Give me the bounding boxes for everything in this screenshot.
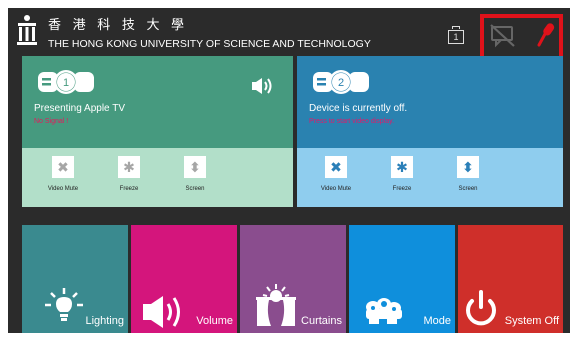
screen-label: Screen (185, 186, 205, 192)
display-select-button[interactable]: 1 (448, 26, 464, 48)
up-down-arrows-icon: ⬍ (457, 156, 479, 178)
lighting-tile[interactable]: Lighting (22, 225, 128, 333)
system-off-label: System Off (504, 315, 559, 327)
video-mute-button[interactable]: ✖ Video Mute (316, 156, 356, 193)
curtains-tile[interactable]: Curtains (240, 225, 346, 333)
panel-2-title: Device is currently off. (309, 103, 408, 114)
panel-2-controls: ✖ Video Mute ✱ Freeze ⬍ Screen (297, 148, 563, 207)
control-panel: 香 港 科 技 大 學 THE HONG KONG UNIVERSITY OF … (8, 8, 570, 333)
university-name-english: THE HONG KONG UNIVERSITY OF SCIENCE AND … (48, 38, 371, 50)
freeze-button[interactable]: ✱ Freeze (109, 156, 149, 193)
display-number: 1 (448, 30, 464, 44)
microphone-icon[interactable] (536, 22, 556, 48)
lighting-label: Lighting (85, 315, 124, 327)
mode-tile[interactable]: Mode (349, 225, 455, 333)
panel-2-status-area[interactable]: 2 Device is currently off. Press to star… (297, 56, 563, 148)
speaker-icon (143, 296, 180, 328)
freeze-label: Freeze (119, 186, 139, 192)
audio-on-icon[interactable] (252, 78, 274, 94)
chat-off-icon[interactable] (490, 24, 516, 48)
university-logo (17, 15, 37, 45)
display-panel-1[interactable]: 1 Presenting Apple TV No Signal ! ✖ Vide… (22, 56, 293, 207)
video-mute-label: Video Mute (320, 186, 352, 192)
video-mute-label: Video Mute (47, 186, 79, 192)
screen-label: Screen (458, 186, 478, 192)
panel-1-status-area[interactable]: 1 Presenting Apple TV No Signal ! (22, 56, 293, 148)
video-mute-button[interactable]: ✖ Video Mute (43, 156, 83, 193)
mode-label: Mode (423, 315, 451, 327)
screen-button[interactable]: ⬍ Screen (448, 156, 488, 193)
system-off-tile[interactable]: System Off (458, 225, 563, 333)
panel-1-controls: ✖ Video Mute ✱ Freeze ⬍ Screen (22, 148, 293, 207)
curtains-label: Curtains (301, 315, 342, 327)
mode-icon (366, 298, 402, 324)
snowflake-icon: ✱ (118, 156, 140, 178)
video-mute-icon: ✖ (325, 156, 347, 178)
university-name-chinese: 香 港 科 技 大 學 (48, 17, 189, 32)
volume-label: Volume (196, 315, 233, 327)
curtains-icon (256, 284, 296, 326)
volume-tile[interactable]: Volume (131, 225, 237, 333)
panel-2-status: Press to start video display. (309, 118, 395, 125)
freeze-button[interactable]: ✱ Freeze (382, 156, 422, 193)
display-1-number: 1 (63, 77, 69, 89)
power-icon (466, 290, 496, 326)
display-2-number: 2 (338, 77, 344, 89)
display-2-icon: 2 (313, 70, 369, 94)
header: 香 港 科 技 大 學 THE HONG KONG UNIVERSITY OF … (8, 8, 570, 64)
display-1-icon: 1 (38, 70, 94, 94)
freeze-label: Freeze (392, 186, 412, 192)
display-panel-2[interactable]: 2 Device is currently off. Press to star… (297, 56, 563, 207)
monitor-icon (452, 26, 460, 29)
video-mute-icon: ✖ (52, 156, 74, 178)
screen-button[interactable]: ⬍ Screen (175, 156, 215, 193)
lightbulb-icon (45, 288, 83, 321)
up-down-arrows-icon: ⬍ (184, 156, 206, 178)
panel-1-title: Presenting Apple TV (34, 103, 125, 114)
panel-1-status: No Signal ! (34, 118, 69, 125)
snowflake-icon: ✱ (391, 156, 413, 178)
